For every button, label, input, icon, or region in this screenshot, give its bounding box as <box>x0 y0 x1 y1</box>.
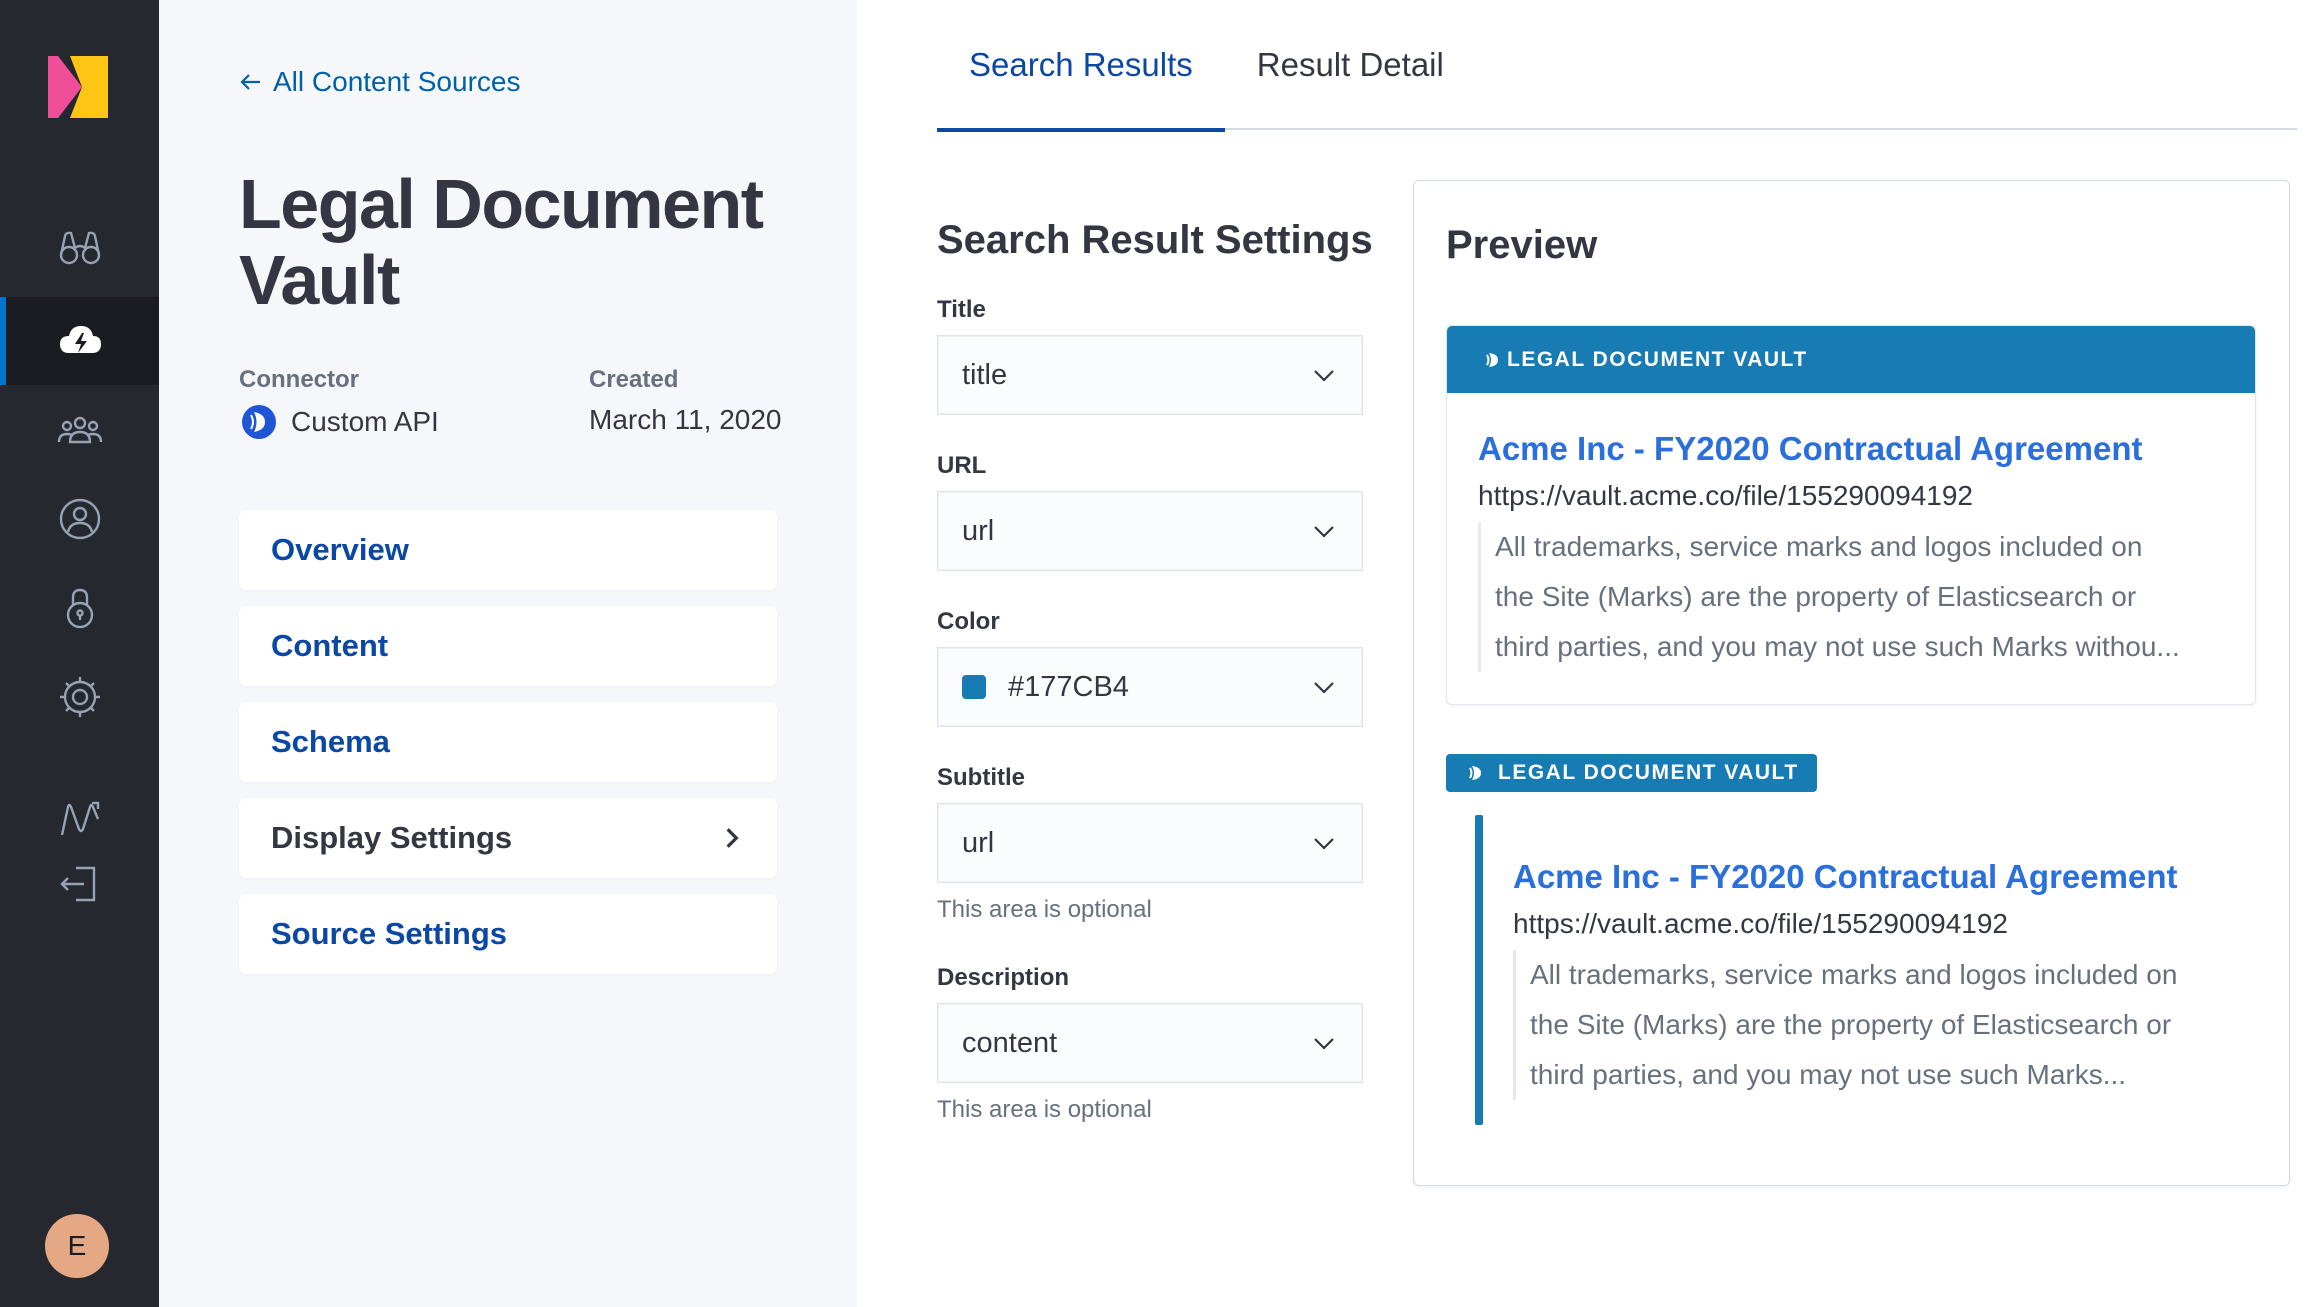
accent-bar <box>1475 815 1483 1125</box>
chevron-down-icon <box>1314 1038 1334 1050</box>
url-select[interactable]: url <box>937 491 1363 571</box>
color-field-label: Color <box>937 608 1000 635</box>
description-line: All trademarks, service marks and logos … <box>1530 959 2178 990</box>
source-badge: LEGAL DOCUMENT VAULT <box>1446 754 1817 792</box>
source-badge-label: LEGAL DOCUMENT VAULT <box>1507 347 1808 371</box>
side-nav-label: Source Settings <box>271 916 507 951</box>
preview-title: Preview <box>1446 223 1598 267</box>
source-badge-label: LEGAL DOCUMENT VAULT <box>1498 761 1799 784</box>
chevron-down-icon <box>1314 682 1334 694</box>
select-value: content <box>962 1026 1058 1059</box>
rail-item-logout[interactable] <box>0 840 159 928</box>
select-value: url <box>962 826 995 859</box>
connector-value: Custom API <box>241 404 439 440</box>
user-circle-icon <box>59 498 100 540</box>
url-field-label: URL <box>937 452 987 479</box>
side-nav-display-settings[interactable]: Display Settings <box>239 798 777 878</box>
users-group-icon <box>57 416 102 444</box>
result-description: All trademarks, service marks and logos … <box>1513 950 2253 1100</box>
card-header: LEGAL DOCUMENT VAULT <box>1447 326 2255 393</box>
connector-name: Custom API <box>291 406 439 437</box>
rail-item-groups[interactable] <box>0 386 159 474</box>
subtitle-select[interactable]: url <box>937 803 1363 883</box>
source-sidebar: All Content Sources Legal Document Vault… <box>159 0 857 1307</box>
lock-icon <box>66 588 93 629</box>
analytics-icon <box>60 801 99 836</box>
chevron-down-icon <box>1314 370 1334 382</box>
user-avatar[interactable]: E <box>45 1214 109 1278</box>
arrow-left-icon <box>240 74 260 90</box>
back-link-label: All Content Sources <box>273 66 521 97</box>
gear-icon <box>59 677 100 717</box>
side-nav-content[interactable]: Content <box>239 606 777 686</box>
title-field-label: Title <box>937 296 986 323</box>
subtitle-help-text: This area is optional <box>937 896 1152 923</box>
custom-api-icon <box>1486 352 1498 367</box>
side-nav-label: Schema <box>271 724 390 759</box>
cloud-bolt-icon <box>59 326 101 353</box>
back-to-sources-link[interactable]: All Content Sources <box>239 66 520 98</box>
description-line: third parties, and you may not use such … <box>1530 1059 2127 1090</box>
tab-bar: Search Results Result Detail <box>937 0 2297 132</box>
description-help-text: This area is optional <box>937 1096 1152 1123</box>
connector-label: Connector <box>239 366 359 393</box>
side-nav-overview[interactable]: Overview <box>239 510 777 590</box>
color-select[interactable]: #177CB4 <box>937 647 1363 727</box>
created-value: March 11, 2020 <box>589 404 782 435</box>
custom-api-icon <box>242 405 276 439</box>
result-description: All trademarks, service marks and logos … <box>1478 522 2238 672</box>
rail-item-settings[interactable] <box>0 653 159 741</box>
side-nav-source-settings[interactable]: Source Settings <box>239 894 777 974</box>
nav-rail: E <box>0 0 159 1307</box>
preview-panel: Preview LEGAL DOCUMENT VAULT Acme Inc - … <box>1413 180 2290 1186</box>
tab-search-results[interactable]: Search Results <box>937 0 1225 132</box>
chevron-right-icon <box>726 828 739 848</box>
result-url: https://vault.acme.co/file/155290094192 <box>1513 908 2009 939</box>
title-select[interactable]: title <box>937 335 1363 415</box>
created-label: Created <box>589 366 679 393</box>
logout-icon <box>59 866 95 902</box>
description-line: third parties, and you may not use such … <box>1495 631 2180 662</box>
workplace-search-logo-icon[interactable] <box>48 56 108 118</box>
rail-item-sources[interactable] <box>0 297 159 385</box>
tab-result-detail[interactable]: Result Detail <box>1225 0 1476 130</box>
description-line: All trademarks, service marks and logos … <box>1495 531 2143 562</box>
color-swatch <box>962 675 986 699</box>
result-title-link[interactable]: Acme Inc - FY2020 Contractual Agreement <box>1513 858 2177 896</box>
select-value: url <box>962 514 995 547</box>
chevron-down-icon <box>1314 526 1334 538</box>
side-nav-schema[interactable]: Schema <box>239 702 777 782</box>
select-value: title <box>962 358 1008 391</box>
result-title-link[interactable]: Acme Inc - FY2020 Contractual Agreement <box>1478 430 2142 468</box>
rail-item-security[interactable] <box>0 564 159 652</box>
preview-card-standard: LEGAL DOCUMENT VAULT Acme Inc - FY2020 C… <box>1446 325 2256 705</box>
subtitle-field-label: Subtitle <box>937 764 1025 791</box>
result-url: https://vault.acme.co/file/155290094192 <box>1478 480 1974 511</box>
side-nav-label: Overview <box>271 532 409 567</box>
description-line: the Site (Marks) are the property of Ela… <box>1495 581 2137 612</box>
color-value: #177CB4 <box>1008 670 1129 703</box>
side-nav-label: Content <box>271 628 389 663</box>
rail-item-users[interactable] <box>0 475 159 563</box>
binoculars-icon <box>59 231 100 265</box>
side-nav-label: Display Settings <box>271 820 513 855</box>
source-title: Legal Document Vault <box>239 165 764 319</box>
settings-title: Search Result Settings <box>937 218 1373 262</box>
chevron-down-icon <box>1314 838 1334 850</box>
rail-item-search[interactable] <box>0 204 159 292</box>
description-line: the Site (Marks) are the property of Ela… <box>1530 1009 2172 1040</box>
description-select[interactable]: content <box>937 1003 1363 1083</box>
select-value: #177CB4 <box>962 671 1129 704</box>
description-field-label: Description <box>937 964 1070 991</box>
custom-api-icon <box>1469 766 1481 780</box>
main-content: Search Results Result Detail Search Resu… <box>857 0 2324 1307</box>
